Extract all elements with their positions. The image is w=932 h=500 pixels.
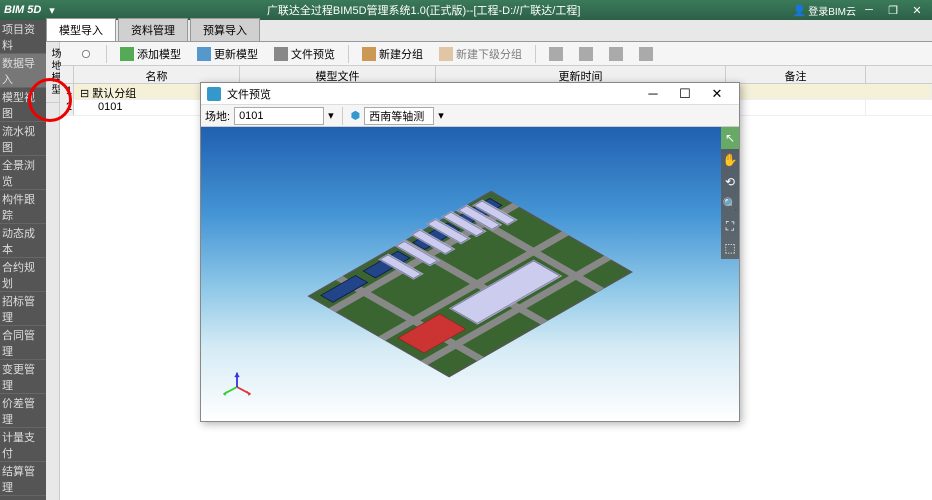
toolbar: 添加模型 更新模型 文件预览 新建分组 新建下级分组 <box>0 42 932 66</box>
site-select[interactable] <box>234 107 324 125</box>
orbit-tool[interactable]: ⟲ <box>721 171 739 193</box>
tab-model-import[interactable]: 模型导入 <box>46 18 116 41</box>
sidebar-item-3[interactable]: 流水视图 <box>0 122 46 156</box>
pointer-tool[interactable]: ↖ <box>721 127 739 149</box>
minimize-button[interactable]: ─ <box>858 2 880 18</box>
sidebar-item-9[interactable]: 合同管理 <box>0 326 46 360</box>
add-model-button[interactable]: 添加模型 <box>113 43 188 65</box>
window-title: 广联达全过程BIM5D管理系统1.0(正式版)--[工程-D://广联达/工程] <box>55 2 793 18</box>
col-time[interactable]: 更新时间 <box>436 66 726 83</box>
new-subgroup-button[interactable]: 新建下级分组 <box>432 43 529 65</box>
user-icon[interactable]: 👤 <box>793 4 807 17</box>
sidebar-item-1[interactable]: 数据导入 <box>0 54 46 88</box>
zoom-tool[interactable]: 🔍 <box>721 193 739 215</box>
sidebar-item-4[interactable]: 全景浏览 <box>0 156 46 190</box>
axis-gizmo <box>219 369 255 405</box>
sidebar-item-10[interactable]: 变更管理 <box>0 360 46 394</box>
eye-icon <box>274 47 288 61</box>
preview-close[interactable]: ✕ <box>701 86 733 102</box>
preview-window: 文件预览 ─ ☐ ✕ 场地: ▾ ⬢ ▾ ↖ ✋ ⟲ 🔍 ⛶ ⬚ <box>200 82 740 422</box>
file-preview-button[interactable]: 文件预览 <box>267 43 342 65</box>
sidebar-item-8[interactable]: 招标管理 <box>0 292 46 326</box>
cloud-login[interactable]: 登录BIM云 <box>808 3 856 18</box>
sidebar-item-6[interactable]: 动态成本 <box>0 224 46 258</box>
tool-2[interactable] <box>572 44 600 64</box>
preview-maximize[interactable]: ☐ <box>669 86 701 102</box>
sidebar-item-5[interactable]: 构件跟踪 <box>0 190 46 224</box>
search-icon <box>79 47 93 61</box>
tool-4[interactable] <box>632 44 660 64</box>
field-label: 场地: <box>205 108 230 124</box>
restore-button[interactable]: ❐ <box>882 2 904 18</box>
tab-data-manage[interactable]: 资料管理 <box>118 18 188 41</box>
tool-3[interactable] <box>602 44 630 64</box>
fit-tool[interactable]: ⛶ <box>721 215 739 237</box>
col-note[interactable]: 备注 <box>726 66 866 83</box>
tab-bar: 模型导入 资料管理 预算导入 <box>0 20 932 42</box>
tool-1[interactable] <box>542 44 570 64</box>
preview-right-tools: ↖ ✋ ⟲ 🔍 ⛶ ⬚ <box>721 127 739 259</box>
folder-plus-icon <box>362 47 376 61</box>
sidebar-item-2[interactable]: 模型视图 <box>0 88 46 122</box>
sidebar-item-12[interactable]: 计量支付 <box>0 428 46 462</box>
app-logo: BIM 5D <box>4 4 41 16</box>
preview-minimize[interactable]: ─ <box>637 86 669 101</box>
left-sidebar: 项目资料 数据导入 模型视图 流水视图 全景浏览 构件跟踪 动态成本 合约规划 … <box>0 20 46 500</box>
preview-toolbar: 场地: ▾ ⬢ ▾ <box>201 105 739 127</box>
col-file[interactable]: 模型文件 <box>240 66 436 83</box>
subfolder-icon <box>439 47 453 61</box>
search-button[interactable] <box>72 44 100 64</box>
tab-budget-import[interactable]: 预算导入 <box>190 18 260 41</box>
col-name[interactable]: 名称 <box>74 66 240 83</box>
pan-tool[interactable]: ✋ <box>721 149 739 171</box>
close-button[interactable]: ✕ <box>906 2 928 18</box>
sidebar-item-0[interactable]: 项目资料 <box>0 20 46 54</box>
preview-title: 文件预览 <box>227 86 637 102</box>
update-model-button[interactable]: 更新模型 <box>190 43 265 65</box>
title-bar: BIM 5D ▾ 广联达全过程BIM5D管理系统1.0(正式版)--[工程-D:… <box>0 0 932 20</box>
sidebar-item-7[interactable]: 合约规划 <box>0 258 46 292</box>
cube-icon: ⬢ <box>351 109 361 122</box>
sidebar-item-11[interactable]: 价差管理 <box>0 394 46 428</box>
preview-app-icon <box>207 87 221 101</box>
preview-viewport[interactable]: ↖ ✋ ⟲ 🔍 ⛶ ⬚ <box>201 127 739 421</box>
sidebar-item-13[interactable]: 结算管理 <box>0 462 46 496</box>
preview-titlebar[interactable]: 文件预览 ─ ☐ ✕ <box>201 83 739 105</box>
refresh-icon <box>197 47 211 61</box>
plus-icon <box>120 47 134 61</box>
more-tool[interactable]: ⬚ <box>721 237 739 259</box>
new-group-button[interactable]: 新建分组 <box>355 43 430 65</box>
view-select[interactable] <box>364 107 434 125</box>
vertical-tabs: 场地模型 <box>46 42 60 500</box>
